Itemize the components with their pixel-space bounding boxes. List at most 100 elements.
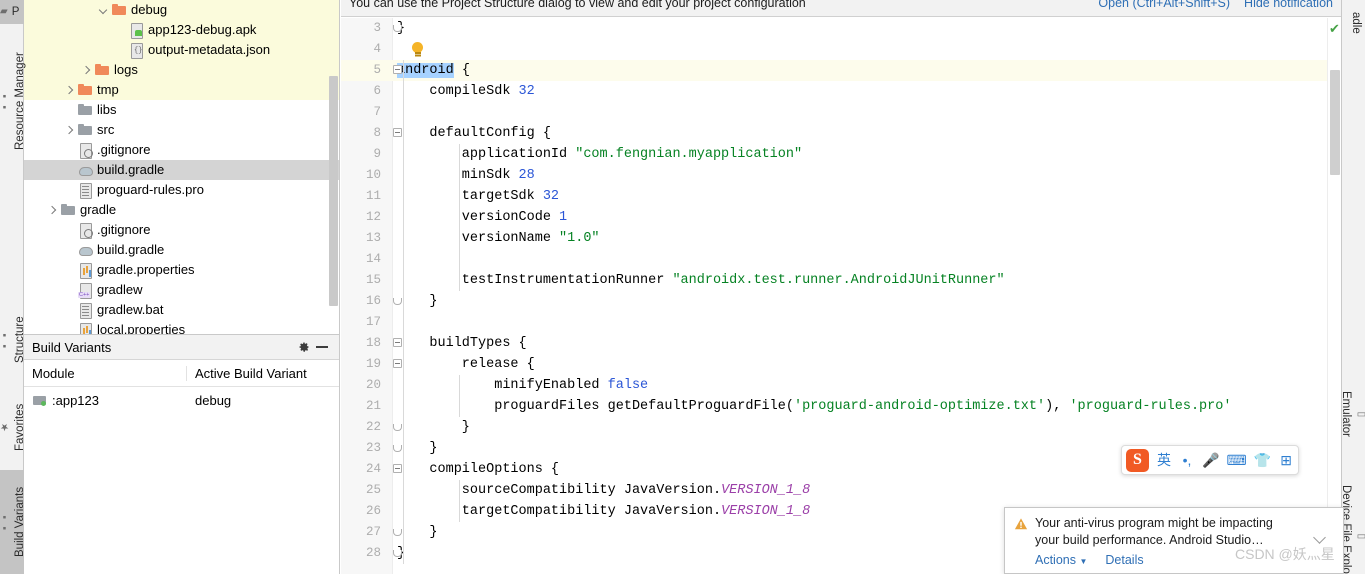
line-content: minifyEnabled false (397, 375, 648, 396)
code-line[interactable]: 4 (341, 39, 1341, 60)
sidebar-tab-build-variants[interactable]: ▪▪ Build Variants (0, 470, 26, 574)
sidebar-tab-structure[interactable]: ▪▪ Structure (0, 300, 26, 380)
line-number: 27 (365, 525, 381, 539)
microphone-icon[interactable]: 🎤 (1202, 453, 1219, 467)
sidebar-tab-favorites[interactable]: ★ Favorites (0, 388, 26, 466)
tree-item[interactable]: app123-debug.apk (24, 20, 339, 40)
line-number: 24 (365, 462, 381, 476)
line-content: testInstrumentationRunner "androidx.test… (397, 270, 1005, 291)
left-tool-stripe: ▰ P ▪▪ Resource Manager ▪▪ Structure ★ Favor… (0, 0, 26, 574)
line-number: 6 (373, 84, 381, 98)
code-line[interactable]: 15 testInstrumentationRunner "androidx.t… (341, 270, 1341, 291)
tree-item[interactable]: .gitignore (24, 220, 339, 240)
line-content: minSdk 28 (397, 165, 535, 186)
inspection-widget[interactable]: ✔ (1327, 18, 1341, 574)
tree-item[interactable]: tmp (24, 80, 339, 100)
minimize-icon[interactable] (313, 338, 331, 356)
skin-icon[interactable]: 👕 (1254, 453, 1271, 467)
tree-item[interactable]: logs (24, 60, 339, 80)
tree-item[interactable]: build.gradle (24, 240, 339, 260)
code-token: { (453, 63, 470, 78)
file-icon (77, 222, 93, 239)
code-line[interactable]: 11 targetSdk 32 (341, 186, 1341, 207)
code-line[interactable]: 9 applicationId "com.fengnian.myapplicat… (341, 144, 1341, 165)
intention-bulb-icon[interactable] (411, 42, 424, 57)
build-variant-value-cell[interactable]: debug (187, 393, 339, 408)
tree-item[interactable]: local.properties (24, 320, 339, 334)
tree-item[interactable]: gradle.properties (24, 260, 339, 280)
tree-item[interactable]: proguard-rules.pro (24, 180, 339, 200)
sidebar-tab-emulator[interactable]: ▭ Emulator (1340, 366, 1365, 462)
code-line[interactable]: 8 defaultConfig { (341, 123, 1341, 144)
code-line[interactable]: 10 minSdk 28 (341, 165, 1341, 186)
sidebar-tab-project[interactable]: ▰ P (0, 0, 24, 24)
code-line[interactable]: 18 buildTypes { (341, 333, 1341, 354)
tree-item[interactable]: build.gradle (24, 160, 339, 180)
punctuation-button[interactable]: •, (1179, 453, 1195, 467)
keyboard-icon[interactable]: ⌨ (1226, 453, 1246, 467)
file-icon (128, 42, 144, 59)
file-icon (77, 322, 93, 334)
code-token: buildTypes { (397, 336, 527, 351)
code-line[interactable]: 14 (341, 249, 1341, 270)
watermark-text: CSDN @妖灬星 (1235, 546, 1335, 562)
line-number: 25 (365, 483, 381, 497)
language-mode-button[interactable]: 英 (1156, 453, 1172, 467)
minimize-glyph (316, 346, 328, 348)
chevron-down-icon[interactable] (98, 5, 109, 16)
code-token: testInstrumentationRunner (397, 273, 673, 288)
project-tree-scrollbar[interactable] (329, 76, 338, 306)
tree-item[interactable]: gradlew (24, 280, 339, 300)
notification-collapse-icon[interactable] (1313, 532, 1329, 542)
notification-details-link[interactable]: Details (1105, 553, 1143, 567)
line-content: compileSdk 32 (397, 81, 534, 102)
code-token: minSdk (397, 168, 519, 183)
toolbox-icon[interactable]: ⊞ (1278, 453, 1294, 467)
code-line[interactable]: 16 } (341, 291, 1341, 312)
fold-end-icon[interactable] (393, 23, 404, 34)
structure-icon: ▪▪ (0, 329, 10, 351)
sidebar-tab-device-file-explorer[interactable]: ▭ Device File Explorer (1340, 466, 1365, 574)
code-line[interactable]: 22 } (341, 417, 1341, 438)
tree-item[interactable]: debug (24, 0, 339, 20)
tree-item[interactable]: libs (24, 100, 339, 120)
code-line[interactable]: 13 versionName "1.0" (341, 228, 1341, 249)
fold-box (393, 25, 402, 32)
code-line[interactable]: 20 minifyEnabled false (341, 375, 1341, 396)
code-line[interactable]: 6 compileSdk 32 (341, 81, 1341, 102)
chevron-right-icon[interactable] (81, 65, 92, 76)
line-number: 26 (365, 504, 381, 518)
chevron-right-icon[interactable] (64, 85, 75, 96)
notification-actions-link[interactable]: Actions ▼ (1035, 553, 1087, 567)
banner-open-link[interactable]: Open (Ctrl+Alt+Shift+S) (1098, 0, 1230, 10)
code-token: VERSION_1_8 (721, 504, 811, 519)
code-line[interactable]: 17 (341, 312, 1341, 333)
sidebar-tab-gradle[interactable]: adle (1342, 0, 1365, 46)
code-line[interactable]: 5 android { (341, 60, 1341, 81)
tree-item[interactable]: output-metadata.json (24, 40, 339, 60)
tree-item[interactable]: gradle (24, 200, 339, 220)
banner-hide-link[interactable]: Hide notification (1244, 0, 1333, 10)
build-variant-row[interactable]: :app123 debug (24, 387, 339, 413)
code-line[interactable]: 19 release { (341, 354, 1341, 375)
actions-label: Actions (1035, 553, 1076, 567)
code-line[interactable]: 21 proguardFiles getDefaultProguardFile(… (341, 396, 1341, 417)
chevron-right-icon[interactable] (47, 205, 58, 216)
code-line[interactable]: 25 sourceCompatibility JavaVersion.VERSI… (341, 480, 1341, 501)
gear-icon[interactable] (295, 338, 313, 356)
chevron-right-icon[interactable] (64, 125, 75, 136)
tree-item[interactable]: src (24, 120, 339, 140)
gear-glyph (299, 342, 309, 352)
code-line[interactable]: 12 versionCode 1 (341, 207, 1341, 228)
sidebar-tab-resource-manager[interactable]: ▪▪ Resource Manager (0, 26, 26, 176)
line-content: proguardFiles getDefaultProguardFile('pr… (397, 396, 1231, 417)
editor-scrollbar[interactable] (1330, 70, 1340, 175)
tree-item[interactable]: .gitignore (24, 140, 339, 160)
code-line[interactable]: 3} (341, 18, 1341, 39)
tree-item[interactable]: gradlew.bat (24, 300, 339, 320)
code-line[interactable]: 7 (341, 102, 1341, 123)
code-content[interactable]: 3}45android {6 compileSdk 3278 defaultCo… (341, 18, 1341, 574)
sogou-logo-icon[interactable]: S (1126, 448, 1149, 472)
